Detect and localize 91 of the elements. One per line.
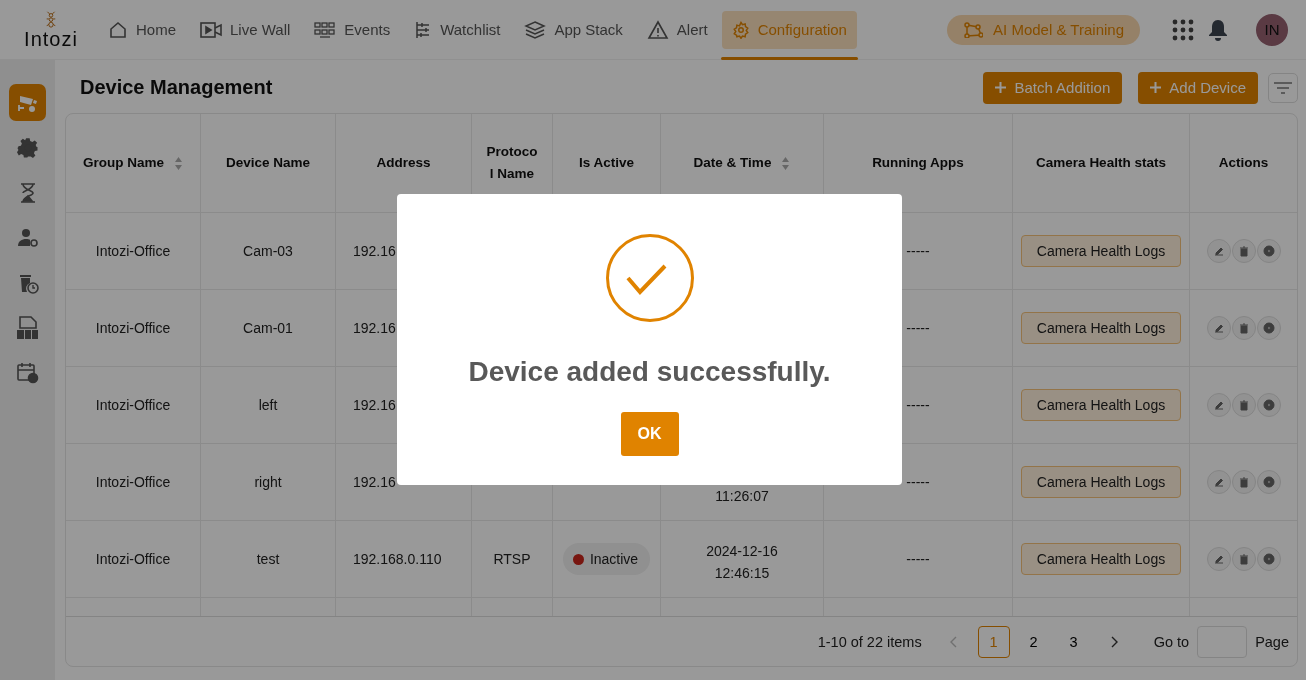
- sidebar-camera-gear-icon[interactable]: [9, 84, 46, 121]
- pencil-icon[interactable]: [1206, 547, 1231, 571]
- camera-health-logs-button[interactable]: Camera Health Logs: [1020, 543, 1182, 575]
- table-cell: -----: [906, 397, 930, 413]
- column-header: Running Apps: [872, 154, 964, 172]
- plus-icon: [995, 82, 1007, 93]
- trash-icon[interactable]: [1231, 239, 1256, 263]
- column-header: Group Name: [83, 154, 164, 172]
- pencil-icon[interactable]: [1206, 316, 1231, 340]
- table-cell: Intozi-Office: [95, 320, 171, 336]
- play-icon[interactable]: [1256, 239, 1281, 263]
- table-cell: Cam-03: [243, 243, 293, 259]
- play-icon[interactable]: [1256, 316, 1281, 340]
- table-cell: Intozi-Office: [95, 397, 171, 413]
- nav-tab[interactable]: Home: [98, 10, 186, 49]
- chevron-right-icon[interactable]: [1109, 635, 1118, 648]
- filter-button[interactable]: [1268, 72, 1298, 103]
- table-cell: -----: [906, 243, 930, 259]
- play-icon[interactable]: [1256, 547, 1281, 571]
- camera-health-logs-button[interactable]: Camera Health Logs: [1020, 235, 1182, 267]
- add-button[interactable]: Batch Addition: [983, 71, 1123, 104]
- page-title: Device Management: [80, 76, 274, 99]
- table-cell: 192.168.0.110: [353, 551, 442, 567]
- table-cell: 192.16: [353, 397, 396, 413]
- pencil-icon[interactable]: [1206, 393, 1231, 417]
- nav-tab[interactable]: Watchlist: [404, 10, 511, 49]
- table-cell: Intozi-Office: [95, 243, 171, 259]
- page-label: Page: [1255, 633, 1289, 650]
- column-header: Actions: [1218, 154, 1269, 172]
- filter-icon: [1274, 81, 1292, 94]
- dialog-message: Device added successfully.: [468, 356, 831, 388]
- plus-icon: [1150, 82, 1162, 93]
- table-cell: 192.16: [353, 474, 396, 490]
- page-button[interactable]: 1: [977, 625, 1010, 658]
- camera-health-logs-button[interactable]: Camera Health Logs: [1020, 389, 1182, 421]
- nav-tab[interactable]: App Stack: [514, 10, 633, 49]
- table-cell: 192.16: [353, 243, 396, 259]
- nav-tab[interactable]: Events: [304, 10, 401, 49]
- apps-grid-icon[interactable]: [1172, 18, 1194, 41]
- sort-icon[interactable]: [174, 155, 183, 171]
- camera-health-logs-button[interactable]: Camera Health Logs: [1020, 312, 1182, 344]
- table-cell: -----: [906, 474, 930, 490]
- table-cell: -----: [906, 551, 930, 567]
- bell-icon[interactable]: [1208, 18, 1228, 41]
- nav-tab[interactable]: Live Wall: [190, 10, 301, 49]
- ok-button[interactable]: OK: [620, 412, 679, 456]
- table-cell-text: 11:26:07: [715, 487, 769, 506]
- sort-icon[interactable]: [781, 155, 791, 171]
- trash-icon[interactable]: [1231, 470, 1256, 494]
- page-button[interactable]: 3: [1057, 625, 1090, 658]
- table-cell: Cam-01: [243, 320, 293, 336]
- table-cell: RTSP: [493, 551, 531, 567]
- column-header: Date & Time: [693, 154, 772, 172]
- table-cell-text: 2024-12-16: [706, 542, 778, 561]
- ant-icon: [46, 10, 56, 29]
- pencil-icon[interactable]: [1206, 239, 1231, 263]
- camera-health-logs-button[interactable]: Camera Health Logs: [1020, 466, 1182, 498]
- grid-icon: [314, 20, 337, 39]
- page-button[interactable]: 2: [1017, 625, 1050, 658]
- nav-tab[interactable]: Alert: [636, 10, 718, 49]
- table-cell: left: [258, 397, 278, 413]
- check-circle-icon: [605, 234, 694, 322]
- table-cell: 192.16: [353, 320, 396, 336]
- items-count: 1-10 of 22 items: [817, 633, 922, 650]
- layers-icon: [524, 19, 547, 40]
- play-icon[interactable]: [1256, 470, 1281, 494]
- trash-icon[interactable]: [1231, 393, 1256, 417]
- column-header: Protocol Name: [485, 143, 539, 183]
- status-badge: Inactive: [562, 543, 651, 575]
- column-header: Address: [376, 154, 431, 172]
- video-camera-icon: [200, 20, 222, 39]
- add-button[interactable]: Add Device: [1138, 71, 1258, 104]
- house-icon: [108, 19, 128, 40]
- table-cell: -----: [906, 320, 930, 336]
- goto-label: Go to: [1153, 633, 1190, 650]
- gear-icon: [731, 20, 750, 39]
- table-cell: Intozi-Office: [95, 551, 171, 567]
- trash-icon[interactable]: [1231, 316, 1256, 340]
- polygon-nodes-icon: [963, 21, 984, 38]
- column-header: Is Active: [579, 154, 634, 172]
- column-header: Device Name: [225, 154, 311, 172]
- table-cell-text: 12:46:15: [714, 564, 770, 583]
- table-cell: right: [254, 474, 282, 490]
- play-icon[interactable]: [1256, 393, 1281, 417]
- table-cell: Intozi-Office: [95, 474, 171, 490]
- table-cell: test: [256, 551, 280, 567]
- logo-text: Intozi: [24, 28, 78, 49]
- column-header: Camera Health stats: [1036, 154, 1166, 172]
- warning-icon: [646, 19, 669, 40]
- trash-icon[interactable]: [1231, 547, 1256, 571]
- pencil-icon[interactable]: [1206, 470, 1231, 494]
